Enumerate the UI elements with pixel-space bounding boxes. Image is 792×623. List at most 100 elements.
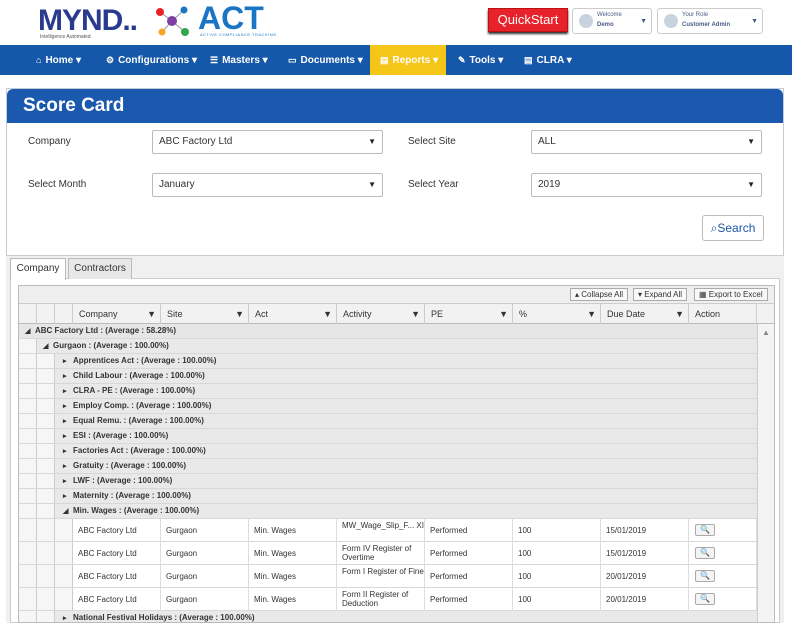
welcome-user: Demo bbox=[597, 22, 614, 28]
month-select[interactable]: January ▼ bbox=[152, 173, 383, 197]
expand-all-button[interactable]: ▾ Expand All bbox=[633, 288, 688, 301]
nav-clra[interactable]: ▤ CLRA ▾ bbox=[514, 45, 582, 75]
site-select[interactable]: ALL ▼ bbox=[531, 130, 762, 154]
role-menu[interactable]: Your Role Customer Admin ▼ bbox=[657, 8, 763, 34]
nav-documents[interactable]: ▭ Documents ▾ bbox=[278, 45, 373, 75]
filter-icon[interactable]: ▼ bbox=[235, 304, 244, 324]
company-select-value: ABC Factory Ltd bbox=[159, 136, 233, 147]
group-row-act[interactable]: ▸ Gratuity : (Average : 100.00%) bbox=[19, 459, 757, 474]
expand-arrow-icon: ▸ bbox=[63, 463, 67, 470]
company-label: Company bbox=[28, 136, 71, 147]
export-excel-button[interactable]: ▦ Export to Excel bbox=[694, 288, 768, 301]
dropdown-caret-icon: ▼ bbox=[747, 137, 755, 146]
cell-company: ABC Factory Ltd bbox=[73, 542, 161, 565]
col-act[interactable]: Act ▼ bbox=[249, 304, 337, 324]
col-action-label: Action bbox=[695, 309, 721, 319]
nav-home-label: Home bbox=[45, 55, 74, 66]
view-details-icon[interactable]: 🔍 bbox=[695, 593, 715, 605]
col-pe[interactable]: PE ▼ bbox=[425, 304, 513, 324]
scroll-up-icon[interactable]: ▲ bbox=[762, 328, 770, 337]
group-row-act[interactable]: ▸ LWF : (Average : 100.00%) bbox=[19, 474, 757, 489]
col-activity[interactable]: Activity ▼ bbox=[337, 304, 425, 324]
vertical-scrollbar[interactable]: ▲ bbox=[757, 324, 774, 622]
nav-tools-label: Tools bbox=[469, 55, 496, 66]
search-button-label: Search bbox=[717, 221, 756, 235]
col-percent[interactable]: % ▼ bbox=[513, 304, 601, 324]
group-row-act-expanded[interactable]: ◢ Min. Wages : (Average : 100.00%) bbox=[19, 504, 757, 519]
welcome-user-menu[interactable]: Welcome Demo ▼ bbox=[572, 8, 652, 34]
cell-site: Gurgaon bbox=[161, 565, 249, 588]
col-due-date[interactable]: Due Date ▼ bbox=[601, 304, 689, 324]
filter-icon[interactable]: ▼ bbox=[499, 304, 508, 324]
avatar-icon bbox=[664, 14, 678, 28]
col-site-label: Site bbox=[167, 309, 183, 319]
view-details-icon[interactable]: 🔍 bbox=[695, 524, 715, 536]
group-row-act[interactable]: ▸ Employ Comp. : (Average : 100.00%) bbox=[19, 399, 757, 414]
group-row-company-label: ABC Factory Ltd : (Average : 58.28%) bbox=[35, 326, 177, 335]
filter-icon[interactable]: ▼ bbox=[587, 304, 596, 324]
nav-masters[interactable]: ☰ Masters ▾ bbox=[200, 45, 278, 75]
page-title: Score Card bbox=[23, 95, 125, 116]
cell-company: ABC Factory Ltd bbox=[73, 519, 161, 542]
group-row-act-label: Equal Remu. : (Average : 100.00%) bbox=[73, 416, 204, 425]
collapse-all-label: Collapse All bbox=[581, 290, 624, 299]
group-row-act[interactable]: ▸ National Festival Holidays : (Average :… bbox=[19, 611, 757, 622]
col-company-label: Company bbox=[79, 309, 118, 319]
tab-contractors[interactable]: Contractors bbox=[68, 258, 132, 279]
group-row-act[interactable]: ▸ Factories Act : (Average : 100.00%) bbox=[19, 444, 757, 459]
chevron-down-icon: ▼ bbox=[751, 18, 758, 25]
nav-home[interactable]: ⌂ Home ▾ bbox=[26, 45, 91, 75]
col-activity-label: Activity bbox=[343, 309, 372, 319]
scorecard-grid: ▴ Collapse All ▾ Expand All ▦ Export to … bbox=[18, 285, 775, 623]
group-row-act-label: CLRA - PE : (Average : 100.00%) bbox=[73, 386, 196, 395]
export-excel-label: Export to Excel bbox=[708, 290, 763, 299]
company-select[interactable]: ABC Factory Ltd ▼ bbox=[152, 130, 383, 154]
group-row-act[interactable]: ▸ CLRA - PE : (Average : 100.00%) bbox=[19, 384, 757, 399]
group-row-act[interactable]: ▸ Apprentices Act : (Average : 100.00%) bbox=[19, 354, 757, 369]
group-row-act-label: Maternity : (Average : 100.00%) bbox=[73, 491, 191, 500]
cell-site: Gurgaon bbox=[161, 588, 249, 611]
view-details-icon[interactable]: 🔍 bbox=[695, 547, 715, 559]
view-details-icon[interactable]: 🔍 bbox=[695, 570, 715, 582]
cell-act: Min. Wages bbox=[249, 565, 337, 588]
main-nav: ⌂ Home ▾ ⚙ Configurations ▾ ☰ Masters ▾ ▭ Do… bbox=[0, 45, 792, 75]
group-row-site[interactable]: ◢ Gurgaon : (Average : 100.00%) bbox=[19, 339, 757, 354]
group-row-act-label: National Festival Holidays : (Average : … bbox=[73, 613, 255, 622]
cell-due-date: 15/01/2019 bbox=[601, 519, 689, 542]
tab-company[interactable]: Company bbox=[10, 258, 66, 280]
group-row-act[interactable]: ▸ Maternity : (Average : 100.00%) bbox=[19, 489, 757, 504]
filter-icon[interactable]: ▼ bbox=[323, 304, 332, 324]
nav-reports[interactable]: ▤ Reports ▾ bbox=[370, 45, 446, 75]
search-button[interactable]: ⌕Search bbox=[702, 215, 764, 241]
nav-tools[interactable]: ✎ Tools ▾ bbox=[448, 45, 513, 75]
filter-icon[interactable]: ▼ bbox=[147, 304, 156, 324]
table-row: ABC Factory Ltd Gurgaon Min. Wages MW_Wa… bbox=[19, 519, 757, 542]
col-pe-label: PE bbox=[431, 309, 444, 319]
collapse-arrow-icon: ◢ bbox=[43, 343, 49, 350]
year-select[interactable]: 2019 ▼ bbox=[531, 173, 762, 197]
cell-activity: MW_Wage_Slip_F... XI bbox=[337, 519, 425, 542]
col-company[interactable]: Company ▼ bbox=[73, 304, 161, 324]
filter-icon[interactable]: ▼ bbox=[675, 304, 684, 324]
nav-masters-label: Masters bbox=[222, 55, 260, 66]
quickstart-button[interactable]: QuickStart bbox=[488, 8, 568, 32]
collapse-all-button[interactable]: ▴ Collapse All bbox=[570, 288, 629, 301]
group-row-act[interactable]: ▸ Child Labour : (Average : 100.00%) bbox=[19, 369, 757, 384]
panel-header: Score Card bbox=[7, 89, 783, 123]
cell-activity: Form I Register of Fine bbox=[337, 565, 425, 588]
dropdown-caret-icon: ▼ bbox=[368, 180, 376, 189]
mynd-tagline: Intelligence Automated bbox=[40, 34, 91, 40]
nav-configurations[interactable]: ⚙ Configurations ▾ bbox=[96, 45, 207, 75]
filter-icon[interactable]: ▼ bbox=[411, 304, 420, 324]
gear-icon: ⚙ bbox=[106, 55, 115, 65]
wrench-icon: ✎ bbox=[458, 55, 466, 65]
expand-all-label: Expand All bbox=[644, 290, 683, 299]
col-site[interactable]: Site ▼ bbox=[161, 304, 249, 324]
cell-due-date: 15/01/2019 bbox=[601, 542, 689, 565]
cell-percent: 100 bbox=[513, 519, 601, 542]
group-row-act[interactable]: ▸ ESI : (Average : 100.00%) bbox=[19, 429, 757, 444]
cell-action: 🔍 bbox=[689, 542, 757, 565]
group-row-company[interactable]: ◢ ABC Factory Ltd : (Average : 58.28%) bbox=[19, 324, 757, 339]
group-row-act[interactable]: ▸ Equal Remu. : (Average : 100.00%) bbox=[19, 414, 757, 429]
cell-action: 🔍 bbox=[689, 565, 757, 588]
